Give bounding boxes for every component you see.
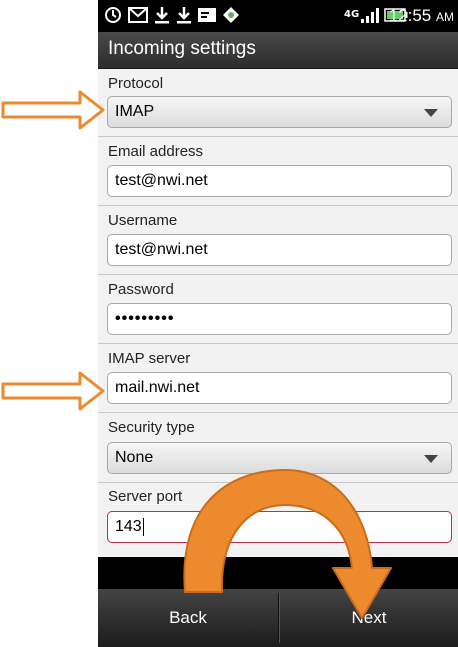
arrow-to-protocol: [1, 90, 105, 130]
annotation-overlay: [1, 90, 392, 619]
arrow-to-server: [1, 371, 105, 411]
curved-arrow-to-next: [183, 469, 392, 619]
